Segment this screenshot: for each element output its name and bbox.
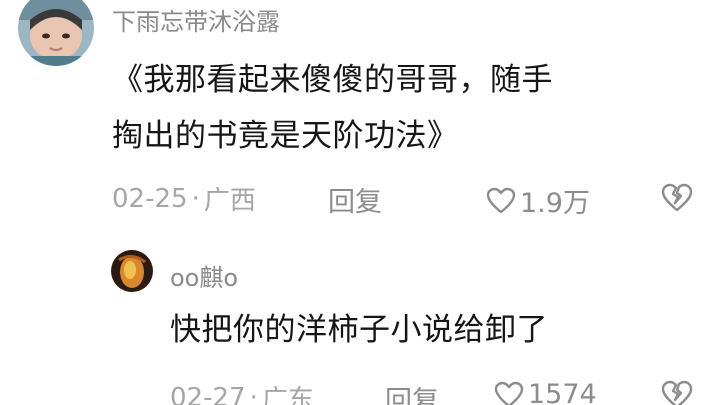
broken-heart-icon	[661, 380, 693, 405]
comment-meta: 02-27 · 广东	[170, 379, 314, 405]
comment-location: 广西	[203, 186, 256, 216]
avatar[interactable]	[18, 0, 94, 66]
like-count: 1.9万	[520, 188, 590, 219]
reply-button[interactable]: 回复	[328, 180, 382, 219]
broken-heart-icon	[661, 183, 693, 212]
meta-separator: ·	[249, 382, 258, 405]
comment-text: 快把你的洋柿子小说给卸了	[170, 312, 548, 348]
comment-text: 《我那看起来傻傻的哥哥，随手 掏出的书竟是天阶功法》	[112, 52, 702, 164]
like-button[interactable]: 1.9万	[486, 181, 590, 220]
comment-date: 02-25	[112, 183, 188, 214]
comment-text-line: 掏出的书竟是天阶功法》	[112, 118, 459, 154]
avatar-photo-icon	[18, 0, 94, 66]
dislike-button[interactable]	[660, 380, 694, 405]
heart-outline-icon	[486, 187, 516, 213]
reply-button[interactable]: 回复	[385, 379, 439, 405]
avatar-photo-icon	[111, 250, 153, 292]
meta-separator: ·	[191, 183, 200, 214]
comment-username[interactable]: oo麒o	[170, 258, 238, 293]
avatar[interactable]	[111, 250, 153, 292]
comment-username[interactable]: 下雨忘带沐浴露	[112, 2, 280, 37]
like-count: 1574	[528, 379, 597, 405]
comment-location: 广东	[261, 385, 314, 405]
comment-meta: 02-25 · 广西	[112, 180, 256, 217]
heart-outline-icon	[494, 381, 524, 405]
dislike-button[interactable]	[660, 183, 694, 213]
comment-text-line: 《我那看起来傻傻的哥哥，随手	[112, 62, 553, 98]
comment-date: 02-27	[170, 382, 246, 405]
like-button[interactable]: 1574	[494, 379, 597, 405]
